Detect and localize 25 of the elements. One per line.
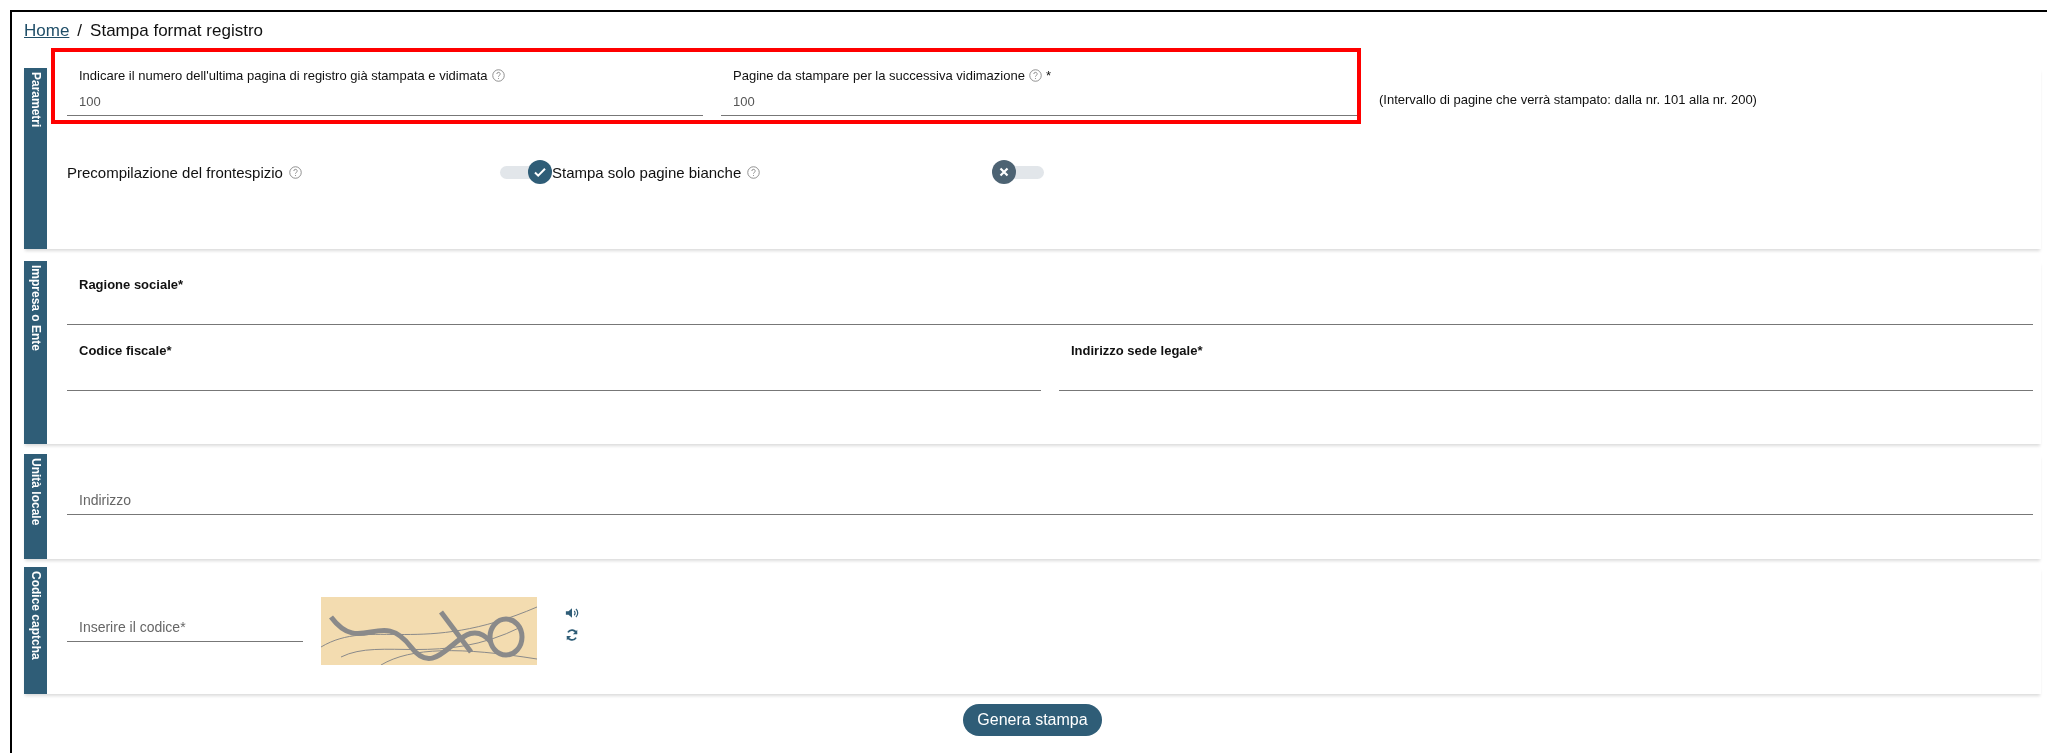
field-label: Pagine da stampare per la successiva vidimazione <box>733 67 1025 83</box>
field-label: Indirizzo sede legale* <box>1071 342 1203 358</box>
field-value: 100 <box>79 94 102 109</box>
text-field[interactable]: Codice fiscale* <box>67 339 1041 391</box>
number-field[interactable]: Pagine da stampare per la successiva vidimazione * 100 <box>721 66 1357 116</box>
field-label: Ragione sociale* <box>79 276 184 292</box>
toggle-label: Stampa solo pagine bianche <box>552 163 742 181</box>
text-field[interactable]: Ragione sociale* <box>67 273 2033 325</box>
toggle-label: Precompilazione del frontespizio <box>67 163 283 181</box>
breadcrumb-current: Stampa format registro <box>90 21 263 41</box>
required-mark: * <box>1045 67 1051 83</box>
field-placeholder: Indirizzo <box>79 492 133 508</box>
page-range-note: (Intervallo di pagine che verrà stampato: dalla nr. 101 alla nr. 200) <box>1379 91 1757 107</box>
number-field[interactable]: Indicare il numero dell'ultima pagina di registro già stampata e vidimata 100 <box>67 66 703 116</box>
text-field[interactable]: Indirizzo sede legale* <box>1059 339 2033 391</box>
breadcrumb-separator: / <box>77 21 83 41</box>
field-value: 100 <box>733 94 756 109</box>
address-field[interactable]: Indirizzo <box>67 492 2033 515</box>
field-placeholder: Inserire il codice* <box>79 619 187 635</box>
generate-button[interactable]: Genera stampa <box>963 704 1102 736</box>
captcha-field[interactable]: Inserire il codice* <box>67 619 303 642</box>
breadcrumb-link[interactable]: Home <box>24 21 70 41</box>
field-label: Indicare il numero dell'ultima pagina di registro già stampata e vidimata <box>79 67 488 83</box>
refresh-icon[interactable] <box>565 627 579 642</box>
field-label: Codice fiscale* <box>79 342 172 358</box>
